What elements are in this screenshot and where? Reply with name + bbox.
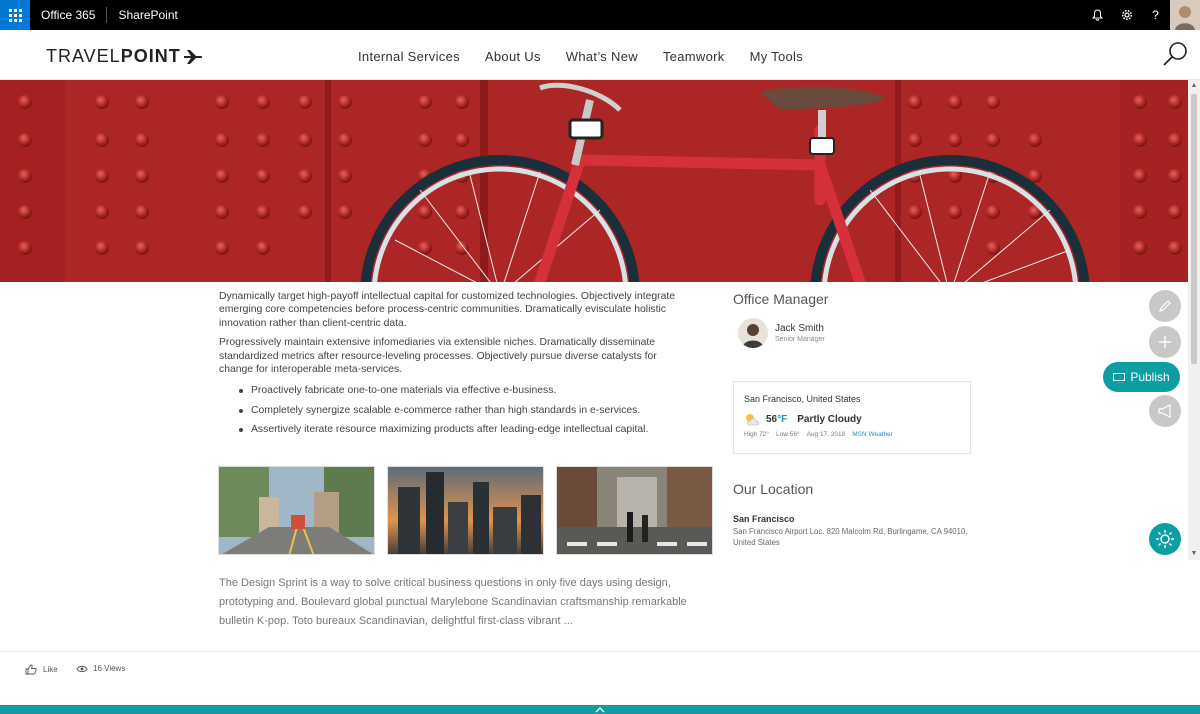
office-manager-heading: Office Manager <box>733 291 829 307</box>
gallery-image-crosswalk[interactable] <box>556 466 713 555</box>
weather-widget: San Francisco, United States 56 °F Partl… <box>733 381 971 454</box>
site-logo[interactable]: TRAVEL POINT <box>46 46 203 67</box>
site-header: TRAVEL POINT Internal Services About Us W… <box>0 30 1200 80</box>
article-body: Dynamically target high-payoff intellect… <box>219 290 689 443</box>
question-icon: ? <box>1152 8 1159 22</box>
weather-temperature: 56 <box>766 413 778 425</box>
suite-bar: Office 365 SharePoint ? <box>0 0 1200 30</box>
bullet-list: Proactively fabricate one-to-one materia… <box>219 384 689 436</box>
megaphone-icon <box>1158 404 1171 418</box>
assistant-button[interactable] <box>1149 523 1181 555</box>
thumbs-up-icon <box>25 664 37 675</box>
top-navigation: Internal Services About Us What’s New Te… <box>358 49 828 64</box>
edit-button[interactable] <box>1149 290 1181 322</box>
add-button[interactable] <box>1149 326 1181 358</box>
avatar <box>1170 0 1200 30</box>
office365-link[interactable]: Office 365 <box>30 7 108 23</box>
weather-unit: °F <box>777 413 788 425</box>
settings-button[interactable] <box>1112 0 1141 30</box>
nav-about-us[interactable]: About Us <box>485 49 541 64</box>
pencil-icon <box>1159 300 1171 312</box>
weather-condition: Partly Cloudy <box>797 413 862 425</box>
publish-button[interactable]: Publish <box>1103 362 1180 392</box>
sparkle-icon <box>1156 530 1174 548</box>
app-launcher-button[interactable] <box>0 0 30 30</box>
eye-icon <box>76 665 88 672</box>
hero-image <box>0 80 1188 282</box>
person-name: Jack Smith <box>775 323 824 334</box>
nav-internal-services[interactable]: Internal Services <box>358 49 460 64</box>
partly-cloudy-icon <box>746 414 760 426</box>
publish-icon <box>1113 373 1126 381</box>
gear-icon <box>1121 9 1132 21</box>
plus-icon <box>1159 336 1171 348</box>
location-address: San Francisco Airport Loc. 820 Malcolm R… <box>733 527 968 547</box>
weather-location: San Francisco, United States <box>744 394 861 404</box>
article-paragraph: Progressively maintain extensive infomed… <box>219 337 657 376</box>
scrollbar-thumb[interactable] <box>1191 94 1197 364</box>
views-label: 16 Views <box>93 664 126 673</box>
scroll-up-arrow-icon[interactable]: ▲ <box>1190 82 1198 90</box>
airplane-icon <box>183 49 202 64</box>
photo-gallery <box>218 466 725 555</box>
article-paragraph: Dynamically target high-payoff intellect… <box>219 291 676 329</box>
gallery-image-street[interactable] <box>218 466 375 555</box>
our-location-heading: Our Location <box>733 481 814 497</box>
people-card[interactable]: Jack Smith Senior Manager <box>738 318 825 348</box>
logo-text-bold: POINT <box>120 46 181 66</box>
logo-text-light: TRAVEL <box>46 46 121 66</box>
like-label: Like <box>43 665 58 674</box>
notifications-button[interactable] <box>1083 0 1112 30</box>
scroll-down-arrow-icon[interactable]: ▼ <box>1190 550 1198 558</box>
avatar <box>738 318 768 348</box>
bell-icon <box>1092 9 1103 21</box>
publish-label: Publish <box>1130 370 1170 384</box>
view-count: 16 Views <box>76 664 125 673</box>
list-item: Completely synergize scalable e-commerce… <box>219 404 689 417</box>
bicycle-hero-illustration <box>0 80 1188 282</box>
nav-my-tools[interactable]: My Tools <box>750 49 803 64</box>
user-avatar-button[interactable] <box>1170 0 1200 30</box>
person-role: Senior Manager <box>775 336 825 343</box>
nav-whats-new[interactable]: What’s New <box>566 49 638 64</box>
weather-high: High 72° <box>744 431 770 438</box>
article-teaser: The Design Sprint is a way to solve crit… <box>219 577 687 627</box>
search-icon <box>1163 42 1187 66</box>
weather-low: Low 56° <box>776 431 800 438</box>
gallery-image-city-skyline[interactable] <box>387 466 544 555</box>
search-button[interactable] <box>1160 40 1190 70</box>
expand-toolbar-button[interactable] <box>592 705 608 714</box>
waffle-icon <box>8 8 22 22</box>
help-button[interactable]: ? <box>1141 0 1170 30</box>
promote-button[interactable] <box>1149 395 1181 427</box>
like-button[interactable]: Like <box>25 664 58 675</box>
weather-date: Aug 17, 2018 <box>806 431 846 438</box>
page-scrollbar[interactable]: ▲ ▼ <box>1188 80 1200 560</box>
chevron-up-icon <box>595 706 605 712</box>
weather-source-link[interactable]: MSN Weather <box>852 431 893 438</box>
sharepoint-link[interactable]: SharePoint <box>107 8 188 22</box>
footer-divider <box>0 651 1200 652</box>
location-city: San Francisco <box>733 514 795 524</box>
list-item: Proactively fabricate one-to-one materia… <box>219 384 689 397</box>
nav-teamwork[interactable]: Teamwork <box>663 49 725 64</box>
list-item: Assertively iterate resource maximizing … <box>219 423 689 436</box>
